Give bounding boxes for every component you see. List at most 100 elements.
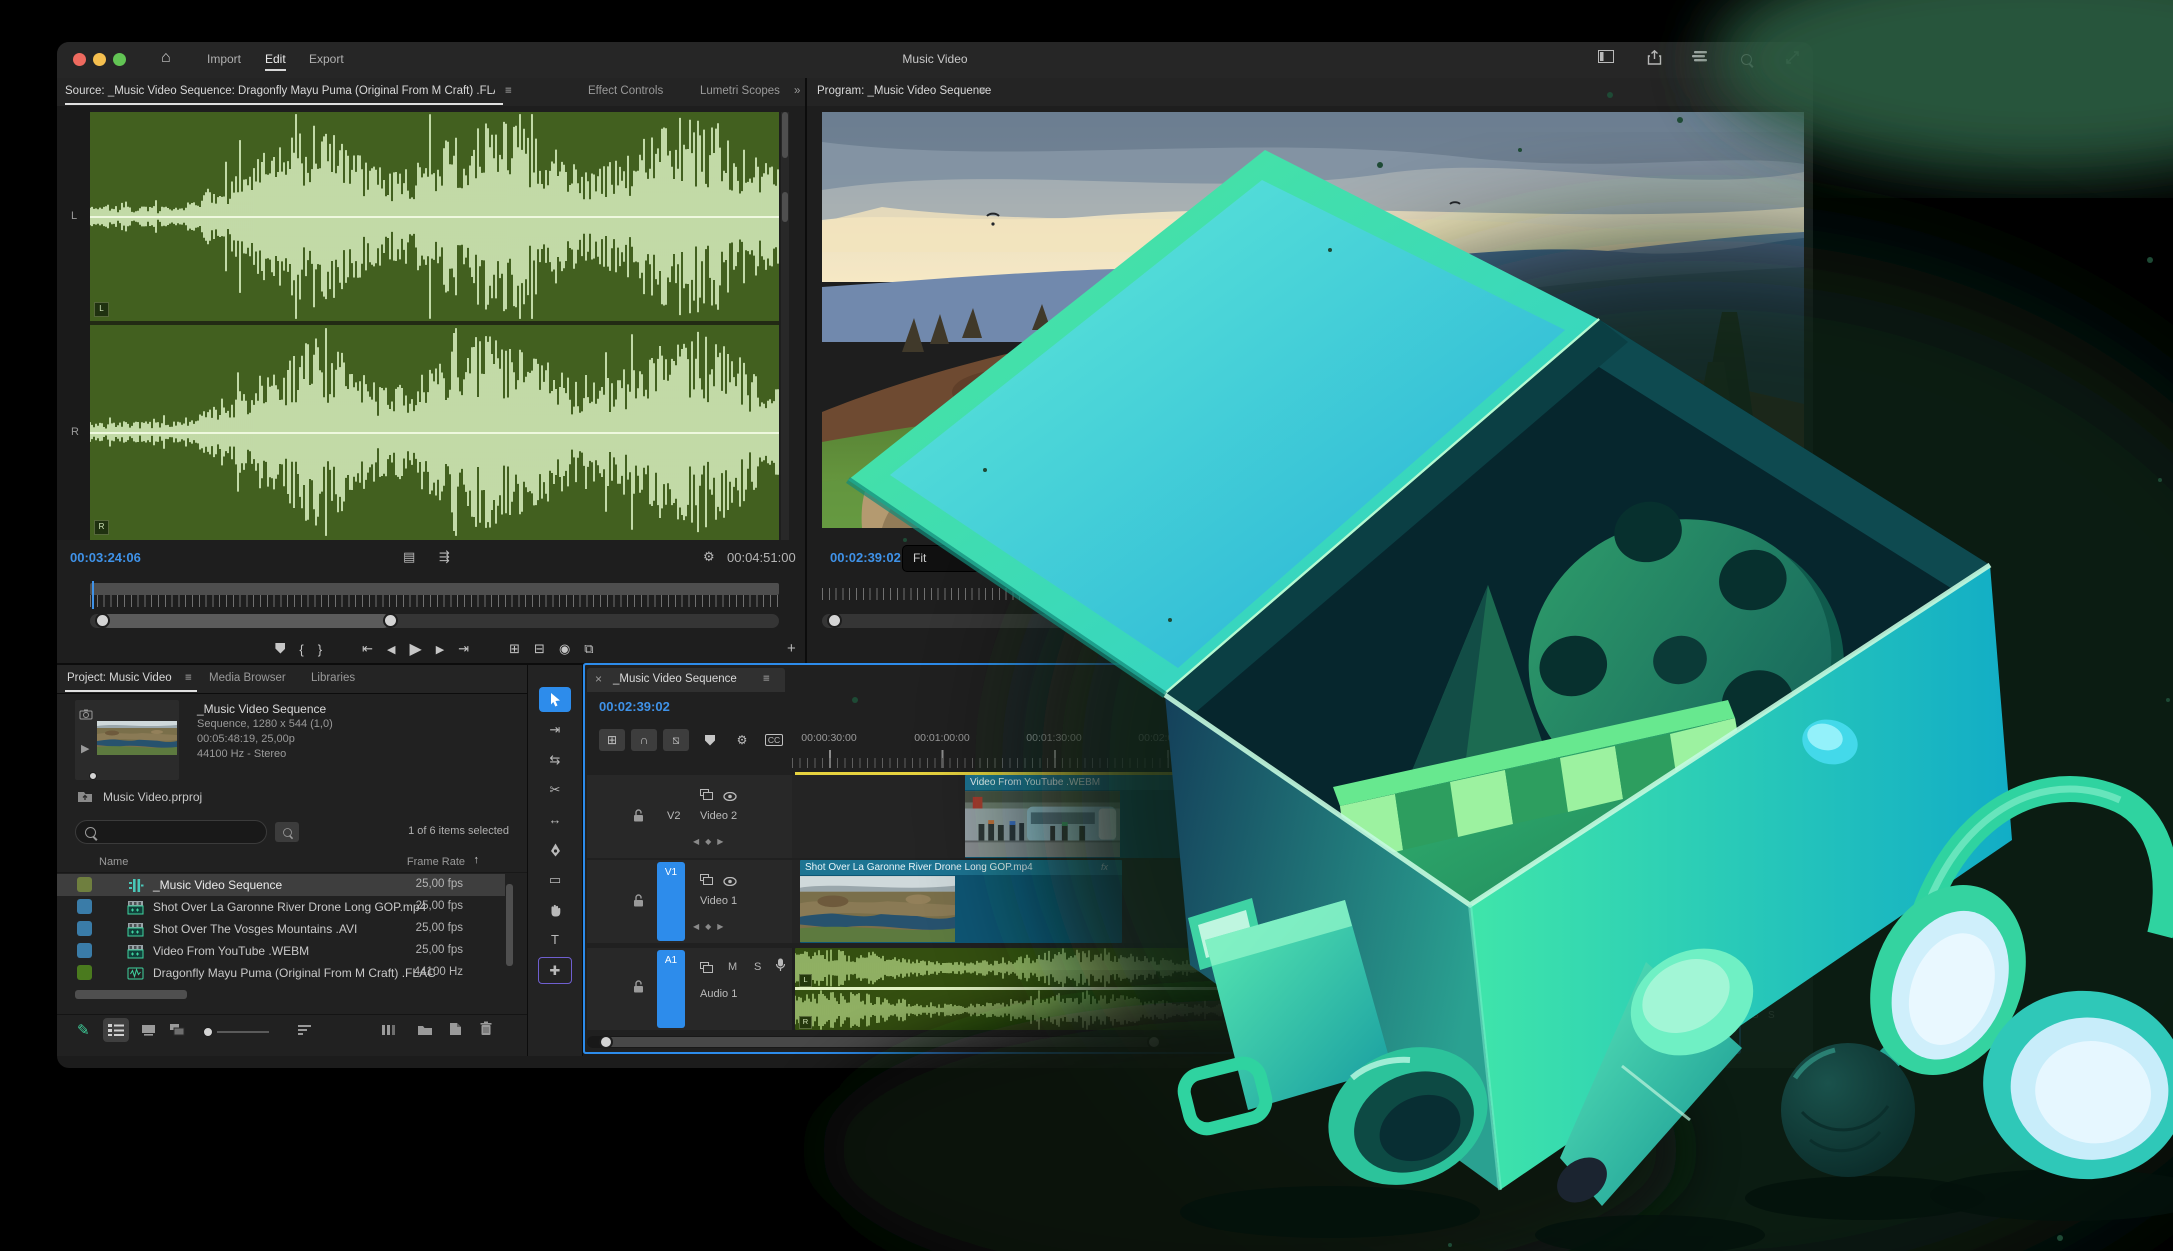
lock-icon[interactable] [633,809,644,827]
go-to-out-button[interactable]: ⇥ [1333,641,1344,657]
source-playhead[interactable] [92,581,94,609]
program-panel-menu-icon[interactable]: ≡ [979,85,986,97]
search-bin-button[interactable] [275,822,299,842]
program-zoom-scrollbar[interactable] [822,614,1797,628]
project-item-row[interactable]: Dragonfly Mayu Puma (Original From M Cra… [57,962,505,984]
tab-lumetri-scopes[interactable]: Lumetri Scopes [700,85,780,97]
tab-project[interactable]: Project: Music Video [67,672,172,684]
timeline-timecode[interactable]: 00:02:39:02 [599,699,670,714]
tab-media-browser[interactable]: Media Browser [209,672,286,684]
timeline-settings-wrench-icon[interactable]: ⚙ [729,729,755,751]
fullscreen-icon[interactable] [1781,50,1803,70]
insert-button[interactable]: ⊞ [509,641,520,657]
tab-source[interactable]: Source: _Music Video Sequence: Dragonfly… [65,85,495,97]
type-tool[interactable]: T [539,927,571,952]
timeline-clip-a1[interactable]: L R [795,948,1467,1030]
settings-wrench-icon[interactable]: ⚙ [703,549,715,565]
preview-thumbnail-image[interactable] [97,705,177,771]
meter-solo-left[interactable]: S [1752,1010,1759,1021]
transform-tool[interactable]: ✚ [538,957,572,984]
add-button[interactable]: + [787,640,796,657]
go-to-in-button[interactable]: ⇤ [1237,641,1248,657]
project-panel-menu-icon[interactable]: ≡ [185,672,192,684]
project-root-icon[interactable] [77,790,93,808]
track-v2-lane[interactable]: Video From YouTube .WEBM fx [792,775,1737,858]
track-header-v2[interactable]: V2 Video 2 ◀◆▶ [587,775,792,858]
meter-solo-right[interactable]: S [1768,1010,1775,1021]
project-item-row[interactable]: _Music Video Sequence25,00 fps [57,874,505,896]
search-input[interactable] [75,820,267,844]
source-zoom-handle-right[interactable] [383,613,398,628]
eye-icon[interactable] [723,873,737,891]
mark-out-button[interactable]: } [318,642,322,657]
source-patch-icon[interactable] [700,960,713,978]
project-item-name[interactable]: Shot Over La Garonne River Drone Long GO… [153,900,426,914]
play-button[interactable]: ▶ [1284,639,1296,659]
source-patch-a1[interactable]: A1 [657,950,685,1028]
pen-tool[interactable] [539,837,571,862]
timeline-playhead[interactable] [1313,750,1315,1030]
source-panel-menu-icon[interactable]: ≡ [505,85,512,97]
nest-toggle-button[interactable]: ⊞ [599,729,625,751]
preview-play-icon[interactable]: ▶ [81,742,89,755]
step-forward-button[interactable]: ▶ [436,643,444,656]
project-item-row[interactable]: Shot Over La Garonne River Drone Long GO… [57,896,505,918]
insert-button[interactable]: ⊞ [1384,641,1395,657]
mark-out-button[interactable]: } [1193,642,1197,657]
drag-video-only-button[interactable]: ⧉ [1459,641,1468,657]
step-back-button[interactable]: ◀ [387,643,395,656]
mark-in-button[interactable]: { [299,642,303,657]
add-marker-button[interactable] [275,642,285,657]
preview-scrub-handle[interactable] [89,772,97,780]
slip-tool[interactable]: ↔ [539,807,571,832]
lock-icon[interactable] [633,980,644,998]
source-patch-icon[interactable] [700,787,713,805]
sort-icon[interactable] [297,1023,312,1041]
program-timecode[interactable]: 00:02:39:02 [830,550,901,565]
project-file-name[interactable]: Music Video.prproj [103,790,202,804]
label-color-chip[interactable] [77,965,92,980]
project-item-name[interactable]: Dragonfly Mayu Puma (Original From M Cra… [153,966,436,980]
ripple-edit-tool[interactable]: ⇆ [539,747,571,772]
captions-button[interactable]: CC [761,729,787,751]
track-header-v1[interactable]: V1 Video 1 ◀◆▶ [587,860,792,943]
track-v1-lane[interactable]: Shot Over La Garonne River Drone Long GO… [792,860,1737,943]
project-item-name[interactable]: Shot Over The Vosges Mountains .AVI [153,922,357,936]
label-color-chip[interactable] [77,921,92,936]
program-video-frame[interactable] [822,112,1804,528]
freeform-view-button[interactable] [169,1023,186,1041]
label-color-chip[interactable] [77,943,92,958]
keyframe-nav-icons[interactable]: ◀◆▶ [693,922,729,931]
play-button[interactable]: ▶ [409,639,421,659]
label-color-chip[interactable] [77,899,92,914]
export-frame-button[interactable]: ◉ [1434,641,1445,657]
timeline-zoom-handle-left[interactable] [599,1035,613,1049]
source-timecode[interactable]: 00:03:24:06 [70,550,141,565]
panel-layout-icon[interactable] [1595,50,1617,70]
drag-video-only-button[interactable]: ⧉ [584,641,593,657]
timeline-vertical-scrollbar[interactable] [1707,775,1719,1030]
delete-trash-ic[interactable] [479,1021,493,1041]
track-header-a1[interactable]: A1 M S Audio 1 [587,948,792,1030]
go-to-in-button[interactable]: ⇤ [362,641,373,657]
project-item-row[interactable]: Video From YouTube .WEBM25,00 fps [57,940,505,962]
zoom-level-dropdown[interactable]: Fit [902,545,980,572]
zoom-slider-track[interactable] [217,1031,269,1033]
rectangle-tool[interactable]: ▭ [539,867,571,892]
waveform-scrollbar[interactable] [781,112,789,540]
go-to-out-button[interactable]: ⇥ [458,641,469,657]
frame-view-icon[interactable]: ▤ [403,549,415,565]
mark-in-button[interactable]: { [1174,642,1178,657]
workspaces-icon[interactable] [1689,50,1711,70]
step-forward-button[interactable]: ▶ [1311,643,1319,656]
zoom-slider-handle[interactable] [203,1027,213,1037]
project-item-name[interactable]: _Music Video Sequence [153,878,282,892]
project-horizontal-scrollbar[interactable] [57,990,527,1000]
timeline-ruler[interactable] [792,750,1737,768]
add-marker-button[interactable] [697,729,723,751]
audio-waveform-toggle-icon[interactable]: ⇶ [439,549,450,565]
hand-tool[interactable] [539,897,571,922]
mute-button[interactable]: M [728,961,737,973]
timeline-clip-v2[interactable]: Video From YouTube .WEBM fx [965,775,1210,858]
selection-tool[interactable] [539,687,571,712]
